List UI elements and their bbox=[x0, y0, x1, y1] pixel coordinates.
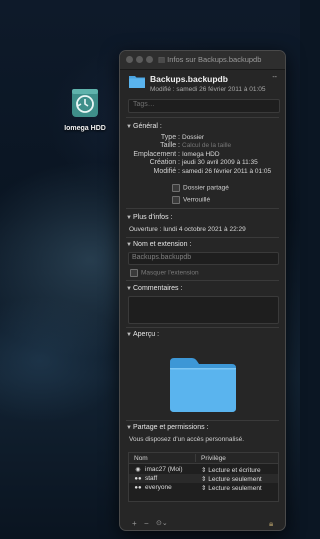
hide-extension-checkbox[interactable]: Masquer l'extension bbox=[130, 269, 199, 277]
disclosure-open-icon: ▼ bbox=[126, 124, 132, 130]
info-header: Backups.backupdb -- Modifié : samedi 26 … bbox=[120, 69, 285, 99]
lock-icon[interactable]: 🔒︎ bbox=[269, 519, 273, 529]
row-privilege[interactable]: Lecture seulement bbox=[208, 476, 261, 483]
disclosure-open-icon: ▼ bbox=[126, 332, 132, 338]
general-values: Dossier Calcul de la taille Iomega HDD j… bbox=[182, 134, 271, 176]
row-name: imac27 (Moi) bbox=[145, 466, 183, 473]
locked-checkbox[interactable]: Verrouillé bbox=[172, 196, 210, 204]
table-row[interactable]: ●● everyone ⇕ Lecture seulement bbox=[129, 483, 278, 492]
tags-field[interactable]: Tags… bbox=[128, 99, 280, 113]
created-value: jeudi 30 avril 2009 à 11:35 bbox=[182, 159, 258, 167]
time-machine-drive-icon bbox=[69, 85, 101, 121]
name-field[interactable]: Backups.backupdb bbox=[128, 252, 279, 265]
location-key: Emplacement : bbox=[133, 150, 180, 158]
permissions-table: Nom Privilège ◉ imac27 (Moi) ⇕ Lecture et… bbox=[128, 452, 279, 502]
close-button[interactable] bbox=[126, 56, 133, 63]
remove-user-button[interactable]: − bbox=[144, 519, 149, 528]
name-field-value: Backups.backupdb bbox=[132, 254, 192, 261]
divider bbox=[126, 208, 279, 209]
disclosure-open-icon: ▼ bbox=[126, 286, 132, 292]
modified-value: samedi 26 février 2011 à 01:05 bbox=[182, 167, 272, 175]
comments-textarea[interactable] bbox=[128, 296, 279, 324]
general-keys: Type : Taille : Emplacement : Création :… bbox=[126, 134, 180, 176]
general-section-toggle[interactable]: ▼Général : bbox=[126, 123, 162, 130]
name-ext-section-toggle[interactable]: ▼Nom et extension : bbox=[126, 241, 191, 248]
modified-key: Modifié : bbox=[153, 167, 180, 175]
iomega-drive-desktop-icon[interactable]: Iomega HDD bbox=[55, 85, 115, 132]
shared-folder-checkbox[interactable]: Dossier partagé bbox=[172, 184, 229, 192]
divider bbox=[126, 420, 279, 421]
add-user-button[interactable]: + bbox=[132, 519, 137, 528]
updown-icon[interactable]: ⇕ bbox=[201, 485, 206, 492]
tags-placeholder: Tags… bbox=[133, 101, 155, 108]
permissions-toolbar: + − ⊙⌄ 🔒︎ bbox=[128, 519, 278, 528]
permissions-table-header: Nom Privilège bbox=[129, 453, 278, 464]
permissions-section-toggle[interactable]: ▼Partage et permissions : bbox=[126, 424, 208, 431]
access-note: Vous disposez d'un accès personnalisé. bbox=[129, 436, 245, 443]
opened-date: Ouverture : lundi 4 octobre 2021 à 22:29 bbox=[129, 226, 246, 233]
size-value: Calcul de la taille bbox=[182, 142, 232, 150]
row-name: everyone bbox=[145, 484, 172, 491]
column-header-name[interactable]: Nom bbox=[134, 455, 148, 462]
drive-label: Iomega HDD bbox=[64, 125, 106, 132]
table-row[interactable]: ●● staff ⇕ Lecture seulement bbox=[129, 474, 278, 483]
window-title: ▤ Infos sur Backups.backupdb bbox=[158, 55, 262, 64]
divider bbox=[126, 117, 279, 118]
checkbox-box bbox=[130, 269, 138, 277]
updown-icon[interactable]: ⇕ bbox=[201, 476, 206, 483]
row-name: staff bbox=[145, 475, 158, 482]
checkbox-box bbox=[172, 184, 180, 192]
column-header-privilege[interactable]: Privilège bbox=[201, 455, 226, 462]
info-title-icon: ▤ bbox=[158, 55, 168, 64]
zoom-button[interactable] bbox=[146, 56, 153, 63]
action-menu-button[interactable]: ⊙⌄ bbox=[156, 519, 168, 527]
disclosure-open-icon: ▼ bbox=[126, 425, 132, 431]
table-row[interactable]: ◉ imac27 (Moi) ⇕ Lecture et écriture bbox=[129, 465, 278, 474]
folder-preview-icon bbox=[170, 358, 236, 412]
title-bar[interactable]: ▤ Infos sur Backups.backupdb bbox=[120, 51, 285, 70]
location-value: Iomega HDD bbox=[182, 150, 220, 158]
column-separator bbox=[195, 454, 196, 462]
person-icon: ◉ bbox=[135, 467, 141, 473]
comments-section-toggle[interactable]: ▼Commentaires : bbox=[126, 285, 182, 292]
divider bbox=[126, 280, 279, 281]
folder-icon bbox=[129, 76, 145, 88]
divider bbox=[126, 327, 279, 328]
created-key: Création : bbox=[149, 159, 180, 167]
file-name: Backups.backupdb bbox=[150, 74, 228, 84]
row-privilege[interactable]: Lecture et écriture bbox=[208, 467, 260, 474]
more-info-section-toggle[interactable]: ▼Plus d'infos : bbox=[126, 214, 172, 221]
type-value: Dossier bbox=[182, 134, 205, 141]
updown-icon[interactable]: ⇕ bbox=[201, 467, 206, 474]
type-key: Type : bbox=[160, 134, 180, 141]
size-key: Taille : bbox=[160, 142, 180, 150]
modified-date: Modifié : samedi 26 février 2011 à 01:05 bbox=[150, 86, 266, 93]
file-size: -- bbox=[272, 74, 277, 81]
preview-section-toggle[interactable]: ▼Aperçu : bbox=[126, 331, 159, 338]
checkbox-box bbox=[172, 196, 180, 204]
group-icon: ●● bbox=[134, 485, 142, 491]
row-privilege[interactable]: Lecture seulement bbox=[208, 485, 261, 492]
divider bbox=[126, 237, 279, 238]
minimize-button[interactable] bbox=[136, 56, 143, 63]
info-window: ▤ Infos sur Backups.backupdb Backups.bac… bbox=[119, 50, 286, 531]
group-icon: ●● bbox=[134, 476, 142, 482]
disclosure-open-icon: ▼ bbox=[126, 215, 132, 221]
disclosure-open-icon: ▼ bbox=[126, 242, 132, 248]
